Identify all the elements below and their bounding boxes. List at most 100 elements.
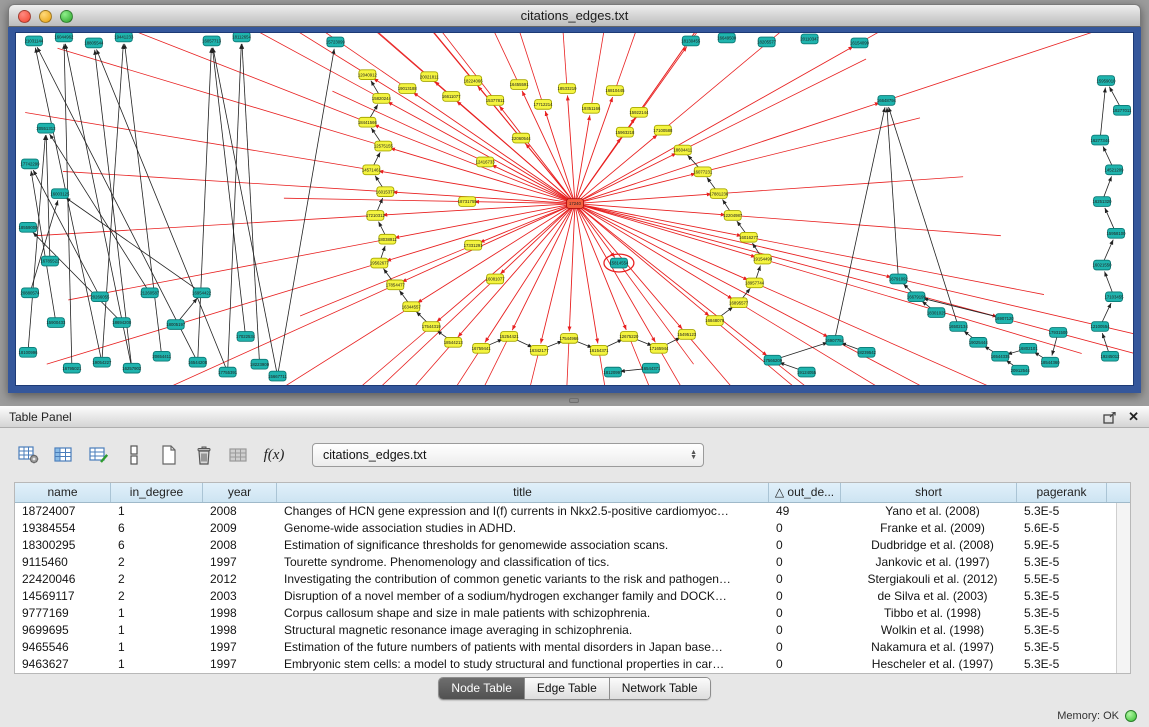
network-hub-node[interactable]: 17240 <box>567 199 584 209</box>
column-header-year[interactable]: year <box>203 483 277 502</box>
network-node[interactable]: 20021811 <box>420 72 439 82</box>
network-canvas[interactable]: 1204091215820244184415661257515514571461… <box>15 32 1134 386</box>
network-node[interactable]: 18533219 <box>557 84 577 94</box>
network-node[interactable]: 12575155 <box>374 141 394 151</box>
table-cell[interactable]: 2012 <box>203 571 277 588</box>
column-header-short[interactable]: short <box>841 483 1017 502</box>
table-cell[interactable]: 2009 <box>203 520 277 537</box>
network-node[interactable]: 15814554 <box>609 258 629 268</box>
network-node[interactable]: 18301025 <box>927 308 947 318</box>
table-cell[interactable]: 1997 <box>203 639 277 656</box>
table-cell[interactable]: 9699695 <box>15 622 111 639</box>
table-cell[interactable]: Tourette syndrome. Phenomenology and cla… <box>277 554 769 571</box>
table-cell[interactable]: Investigating the contribution of common… <box>277 571 769 588</box>
network-node[interactable]: 18441566 <box>358 117 378 127</box>
network-node[interactable]: 17742299 <box>20 159 40 169</box>
panel-resize-handle[interactable] <box>569 398 579 403</box>
network-node[interactable]: 18805544 <box>84 38 104 48</box>
network-node[interactable]: 17854477 <box>386 280 406 290</box>
network-node[interactable]: 16003125 <box>50 189 70 199</box>
network-node[interactable]: 16277344 <box>1091 135 1111 145</box>
close-panel-icon[interactable]: ✕ <box>1128 411 1139 423</box>
network-node[interactable]: 21260587 <box>140 288 160 298</box>
table-cell[interactable]: Nakamura et al. (1997) <box>841 639 1017 656</box>
table-cell[interactable]: 2003 <box>203 588 277 605</box>
network-node[interactable]: 18038911 <box>378 234 397 244</box>
network-node[interactable]: 19351166 <box>582 103 601 113</box>
table-cell[interactable]: 1 <box>111 639 203 656</box>
table-cell[interactable]: 9115460 <box>15 554 111 571</box>
table-cell[interactable]: 1997 <box>203 554 277 571</box>
tab-network-table[interactable]: Network Table <box>610 678 710 699</box>
table-cell[interactable]: 0 <box>769 656 841 673</box>
network-node[interactable]: 16154099 <box>850 38 870 48</box>
table-cell[interactable]: 2008 <box>203 503 277 520</box>
show-columns-icon[interactable] <box>51 442 77 468</box>
network-node[interactable]: 16649500 <box>717 33 737 43</box>
table-cell[interactable]: 0 <box>769 554 841 571</box>
network-node[interactable]: 16848079 <box>705 316 725 326</box>
table-cell[interactable]: 0 <box>769 605 841 622</box>
network-node[interactable]: 12416733 <box>476 157 496 167</box>
table-cell[interactable]: 22420046 <box>15 571 111 588</box>
table-cell[interactable]: 5.3E-5 <box>1017 622 1107 639</box>
network-graph[interactable]: 1204091215820244184415661257515514571461… <box>16 33 1133 385</box>
network-node[interactable]: 20110347 <box>800 34 819 44</box>
table-cell[interactable]: Wolkin et al. (1998) <box>841 622 1017 639</box>
table-cell[interactable]: Estimation of significance thresholds fo… <box>277 537 769 554</box>
network-node[interactable]: 17210312 <box>366 211 386 221</box>
table-cell[interactable]: 1 <box>111 656 203 673</box>
network-node[interactable]: 19013188 <box>398 84 418 94</box>
table-cell[interactable]: 0 <box>769 537 841 554</box>
network-node[interactable]: 20551313 <box>36 123 56 133</box>
network-node[interactable]: 16344557 <box>402 302 422 312</box>
table-row[interactable]: 1830029562008Estimation of significance … <box>15 537 1130 554</box>
table-mode-icon[interactable] <box>16 442 42 468</box>
network-node[interactable]: 20654411 <box>152 351 171 361</box>
network-node[interactable]: 18957744 <box>745 278 765 288</box>
network-node[interactable]: 16954422 <box>192 288 212 298</box>
network-node[interactable]: 16759441 <box>472 343 492 353</box>
network-node[interactable]: 16081077 <box>486 274 506 284</box>
column-header-title[interactable]: title <box>277 483 769 502</box>
network-node[interactable]: 12040912 <box>358 70 378 80</box>
network-node[interactable]: 18223900 <box>250 359 270 369</box>
network-node[interactable]: 19124055 <box>797 367 817 377</box>
table-row[interactable]: 1938455462009Genome-wide association stu… <box>15 520 1130 537</box>
network-node[interactable]: 16791092 <box>889 274 909 284</box>
table-cell[interactable]: 6 <box>111 520 203 537</box>
network-node[interactable]: 18100996 <box>18 347 38 357</box>
network-node[interactable]: 18694200 <box>112 318 132 328</box>
network-node[interactable]: 17100588 <box>653 125 673 135</box>
table-cell[interactable]: Embryonic stem cells: a model to study s… <box>277 656 769 673</box>
table-cell[interactable]: Tibbo et al. (1998) <box>841 605 1017 622</box>
network-node[interactable]: 17566209 <box>763 355 783 365</box>
network-node[interactable]: 16455591 <box>510 80 530 90</box>
network-table-dropdown[interactable]: citations_edges.txt ▲▼ <box>312 443 704 467</box>
new-file-icon[interactable] <box>156 442 182 468</box>
table-row[interactable]: 1872400712008Changes of HCN gene express… <box>15 503 1130 520</box>
network-node[interactable]: 15495123 <box>677 330 697 340</box>
network-node[interactable]: 16679199 <box>907 292 927 302</box>
network-node[interactable]: 17544319 <box>422 322 442 332</box>
network-node[interactable]: 16257902 <box>122 363 142 373</box>
network-node[interactable]: 18239542 <box>857 347 877 357</box>
network-node[interactable]: 16044962 <box>54 33 74 42</box>
table-cell[interactable]: de Silva et al. (2003) <box>841 588 1017 605</box>
function-builder-icon[interactable]: f(x) <box>261 442 287 468</box>
table-cell[interactable]: Genome-wide association studies in ADHD. <box>277 520 769 537</box>
network-node[interactable]: 20266055 <box>90 292 110 302</box>
table-cell[interactable]: 1997 <box>203 656 277 673</box>
table-cell[interactable]: 9777169 <box>15 605 111 622</box>
network-node[interactable]: 16795021 <box>62 363 82 373</box>
table-cell[interactable]: 0 <box>769 622 841 639</box>
table-cell[interactable]: 1 <box>111 622 203 639</box>
network-node[interactable]: 22060544 <box>512 133 532 143</box>
network-node[interactable]: 16502134 <box>949 322 969 332</box>
column-header-out_de[interactable]: △ out_de... <box>769 483 841 502</box>
table-cell[interactable]: 1 <box>111 503 203 520</box>
table-cell[interactable]: Stergiakouli et al. (2012) <box>841 571 1017 588</box>
network-node[interactable]: 17712214 <box>534 100 554 110</box>
table-cell[interactable]: 5.3E-5 <box>1017 588 1107 605</box>
network-node[interactable]: 16785522 <box>40 256 60 266</box>
